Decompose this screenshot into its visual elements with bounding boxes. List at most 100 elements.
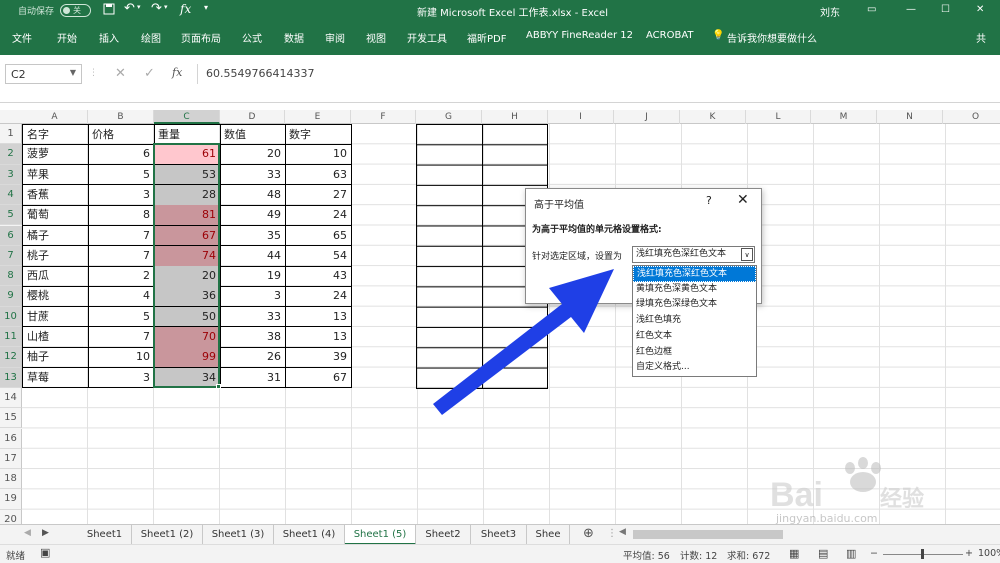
table-cell-value[interactable]: 20: [220, 144, 286, 166]
macro-record-icon[interactable]: ▣: [40, 546, 50, 559]
table-cell-price[interactable]: 7: [88, 225, 155, 247]
close-icon[interactable]: ✕: [737, 192, 749, 208]
row-header-3[interactable]: 3: [0, 164, 22, 185]
row-header-12[interactable]: 12: [0, 347, 22, 368]
column-header-g[interactable]: G: [416, 110, 482, 124]
close-window-icon[interactable]: ✕: [976, 4, 984, 15]
maximize-icon[interactable]: ☐: [941, 4, 950, 15]
sheet-tab[interactable]: Sheet2: [416, 525, 471, 545]
scroll-left-icon[interactable]: ◀: [619, 527, 626, 537]
tab-developer[interactable]: 开发工具: [407, 30, 447, 45]
header-cell-name[interactable]: 名字: [22, 124, 89, 145]
add-sheet-icon[interactable]: ⊕: [583, 526, 594, 541]
undo-dropdown-icon[interactable]: ▾: [137, 3, 141, 11]
column-header-m[interactable]: M: [811, 110, 877, 124]
table-cell-number[interactable]: 13: [285, 306, 352, 328]
minimize-icon[interactable]: —: [906, 4, 916, 15]
row-header-7[interactable]: 7: [0, 245, 22, 267]
tab-review[interactable]: 审阅: [325, 30, 345, 45]
tab-abbyy[interactable]: ABBYY FineReader 12: [526, 30, 633, 41]
column-header-h[interactable]: H: [482, 110, 548, 124]
row-header-13[interactable]: 13: [0, 367, 22, 388]
tab-home[interactable]: 开始: [57, 30, 77, 45]
row-header-5[interactable]: 5: [0, 205, 22, 226]
share-button[interactable]: 共: [976, 30, 986, 45]
row-header-8[interactable]: 8: [0, 266, 22, 287]
table-cell-value[interactable]: 33: [220, 164, 286, 186]
prev-sheet-icon[interactable]: ◀: [24, 528, 31, 538]
table-cell-weight[interactable]: 81: [154, 205, 221, 226]
table-cell-number[interactable]: 54: [285, 245, 352, 267]
save-icon[interactable]: [103, 3, 115, 15]
table-cell-price[interactable]: 10: [88, 347, 155, 369]
tab-draw[interactable]: 绘图: [141, 30, 161, 45]
tab-formulas[interactable]: 公式: [242, 30, 262, 45]
tab-file[interactable]: 文件: [12, 30, 32, 45]
table-cell-number[interactable]: 39: [285, 347, 352, 369]
column-header-d[interactable]: D: [220, 110, 285, 124]
table-cell-name[interactable]: 草莓: [22, 367, 89, 389]
table-cell-value[interactable]: 26: [220, 347, 286, 369]
format-option[interactable]: 浅红填充色深红色文本: [633, 266, 756, 282]
row-header-15[interactable]: 15: [0, 408, 22, 429]
tab-foxit-pdf[interactable]: 福昕PDF: [467, 30, 506, 45]
table-cell-number[interactable]: 13: [285, 327, 352, 348]
table-cell-weight[interactable]: 50: [154, 306, 221, 328]
table-cell-weight[interactable]: 36: [154, 286, 221, 308]
tab-view[interactable]: 视图: [366, 30, 386, 45]
header-cell-value[interactable]: 数值: [220, 124, 286, 145]
table-cell-number[interactable]: 27: [285, 184, 352, 206]
row-header-1[interactable]: 1: [0, 124, 22, 145]
header-cell-number[interactable]: 数字: [285, 124, 352, 145]
row-header-18[interactable]: 18: [0, 469, 22, 490]
table-cell-name[interactable]: 西瓜: [22, 266, 89, 287]
zoom-level[interactable]: 100%: [978, 548, 1000, 559]
tab-insert[interactable]: 插入: [99, 30, 119, 45]
sheet-tab[interactable]: Shee: [527, 525, 570, 545]
table-cell-name[interactable]: 苹果: [22, 164, 89, 186]
sheet-tab[interactable]: Sheet1 (2): [132, 525, 203, 545]
row-header-4[interactable]: 4: [0, 184, 22, 206]
autosave-toggle[interactable]: 关: [60, 4, 91, 17]
table-cell-price[interactable]: 7: [88, 327, 155, 348]
row-header-19[interactable]: 19: [0, 489, 22, 510]
zoom-slider-handle[interactable]: [921, 549, 924, 559]
sheet-tab[interactable]: Sheet1 (5): [345, 525, 416, 545]
column-header-n[interactable]: N: [877, 110, 943, 124]
column-header-o[interactable]: O: [943, 110, 1000, 124]
format-option[interactable]: 红色文本: [633, 329, 756, 345]
table-cell-value[interactable]: 31: [220, 367, 286, 389]
column-header-e[interactable]: E: [285, 110, 351, 124]
enter-icon[interactable]: ✓: [144, 66, 155, 81]
row-header-17[interactable]: 17: [0, 448, 22, 470]
table-cell-value[interactable]: 49: [220, 205, 286, 226]
format-option[interactable]: 红色边框: [633, 345, 756, 361]
table-cell-price[interactable]: 2: [88, 266, 155, 287]
name-box[interactable]: C2 ▼: [5, 64, 82, 84]
row-header-14[interactable]: 14: [0, 387, 22, 409]
table-cell-weight[interactable]: 20: [154, 266, 221, 287]
customize-qat-icon[interactable]: ▾: [204, 3, 208, 12]
zoom-in-icon[interactable]: +: [965, 548, 973, 559]
row-header-10[interactable]: 10: [0, 306, 22, 327]
table-cell-number[interactable]: 63: [285, 164, 352, 186]
fill-handle[interactable]: [216, 384, 221, 389]
format-select[interactable]: 浅红填充色深红色文本 ∨: [632, 246, 755, 263]
table-cell-value[interactable]: 3: [220, 286, 286, 308]
tell-me-search[interactable]: 告诉我你想要做什么: [727, 30, 817, 45]
column-header-i[interactable]: I: [548, 110, 614, 124]
tab-options-icon[interactable]: ⋮: [607, 528, 617, 539]
table-cell-name[interactable]: 山楂: [22, 327, 89, 348]
undo-icon[interactable]: ↶: [124, 1, 135, 16]
row-header-9[interactable]: 9: [0, 286, 22, 307]
table-cell-value[interactable]: 19: [220, 266, 286, 287]
table-cell-number[interactable]: 43: [285, 266, 352, 287]
row-header-6[interactable]: 6: [0, 225, 22, 246]
table-cell-name[interactable]: 樱桃: [22, 286, 89, 308]
sheet-tab[interactable]: Sheet1 (3): [203, 525, 274, 545]
page-break-icon[interactable]: ▥: [846, 547, 856, 560]
function-icon[interactable]: fx: [180, 2, 191, 16]
table-cell-name[interactable]: 橘子: [22, 225, 89, 247]
table-cell-name[interactable]: 葡萄: [22, 205, 89, 226]
column-header-j[interactable]: J: [614, 110, 680, 124]
